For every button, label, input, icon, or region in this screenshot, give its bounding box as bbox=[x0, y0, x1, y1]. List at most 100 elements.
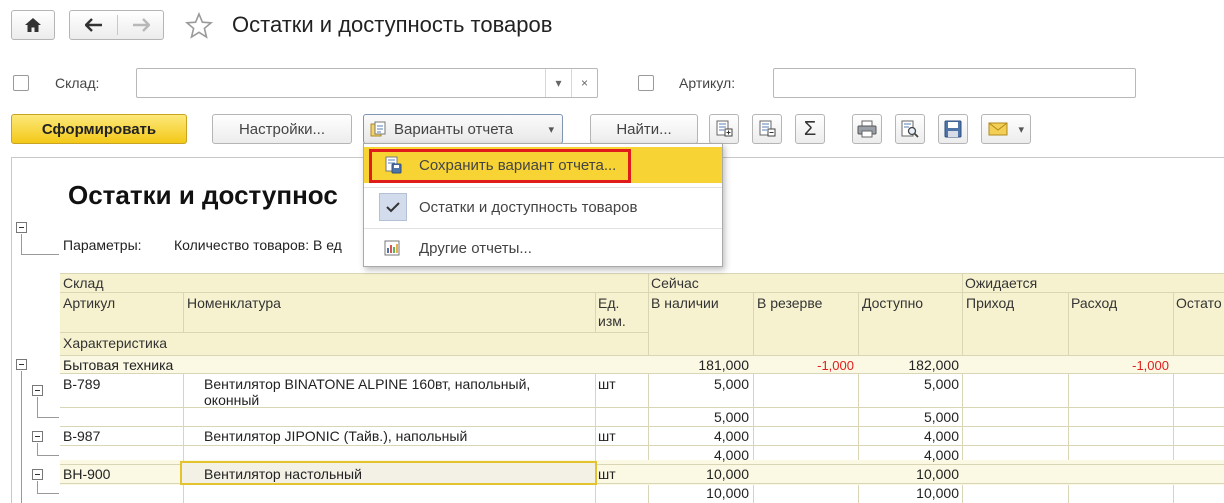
cell-available: 5,000 bbox=[923, 409, 959, 425]
back-button[interactable] bbox=[70, 11, 117, 39]
cell-reserved: -1,000 bbox=[817, 358, 854, 373]
grid-line bbox=[183, 292, 184, 332]
cell-available: 182,000 bbox=[908, 357, 959, 373]
collapse-toggle-row[interactable] bbox=[32, 469, 43, 480]
other-reports-icon bbox=[384, 240, 400, 256]
tree-line bbox=[21, 254, 59, 255]
warehouse-field[interactable]: ▾ × bbox=[136, 68, 598, 98]
grid-line bbox=[60, 373, 1224, 374]
cell-in-stock: 10,000 bbox=[706, 485, 749, 501]
col-header-unit: Ед. bbox=[598, 295, 620, 311]
close-icon: × bbox=[580, 76, 588, 90]
home-button[interactable] bbox=[11, 10, 55, 40]
chevron-down-icon: ▾ bbox=[548, 123, 554, 136]
col-header-available: Доступно bbox=[862, 295, 924, 311]
find-button[interactable]: Найти... bbox=[590, 114, 698, 144]
cell-unit: шт bbox=[598, 428, 616, 444]
chevron-down-icon: ▾ bbox=[1018, 123, 1024, 136]
cell-article: ВН-900 bbox=[63, 466, 111, 482]
page-title: Остатки и доступность товаров bbox=[232, 12, 553, 37]
cell-available: 4,000 bbox=[923, 428, 959, 444]
report-variants-menu: Сохранить вариант отчета... Остатки и до… bbox=[363, 143, 723, 267]
col-header-article: Артикул bbox=[63, 295, 116, 311]
warehouse-dropdown-button[interactable]: ▾ bbox=[545, 69, 571, 97]
collapse-toggle-group[interactable] bbox=[16, 359, 27, 370]
collapse-toggle-row[interactable] bbox=[32, 431, 43, 442]
report-title: Остатки и доступнос bbox=[68, 180, 338, 210]
grid-line bbox=[595, 292, 596, 332]
sum-button[interactable]: Σ bbox=[795, 114, 825, 144]
cell-available: 10,000 bbox=[916, 485, 959, 501]
cell-nomenclature: Вентилятор BINATONE ALPINE 160вт, наполь… bbox=[204, 376, 531, 392]
check-icon-box bbox=[379, 193, 407, 221]
cell-available: 5,000 bbox=[923, 376, 959, 392]
home-icon bbox=[25, 18, 41, 32]
menu-item-label: Другие отчеты... bbox=[419, 239, 532, 257]
print-button[interactable] bbox=[852, 114, 882, 144]
favorite-star-button[interactable] bbox=[184, 11, 214, 41]
cell-nomenclature-line2: оконный bbox=[204, 392, 260, 408]
warehouse-clear-button[interactable]: × bbox=[571, 69, 597, 97]
group-row-background bbox=[60, 356, 1224, 373]
tree-line bbox=[37, 493, 59, 494]
col-header-unit-line2: изм. bbox=[598, 313, 626, 329]
tree-line bbox=[21, 371, 22, 503]
chevron-down-icon: ▾ bbox=[555, 76, 562, 90]
cell-nomenclature: Вентилятор JIPONIC (Тайв.), напольный bbox=[204, 428, 468, 444]
menu-item-save-variant[interactable]: Сохранить вариант отчета... bbox=[364, 147, 722, 183]
cell-article: В-987 bbox=[63, 428, 101, 444]
report-variants-icon bbox=[370, 121, 386, 137]
collapse-groups-icon bbox=[759, 120, 776, 137]
arrow-left-icon bbox=[84, 18, 102, 32]
menu-divider bbox=[364, 187, 722, 188]
menu-item-current-variant[interactable]: Остатки и доступность товаров bbox=[364, 189, 722, 225]
row-group-name: Бытовая техника bbox=[63, 357, 174, 373]
article-checkbox[interactable] bbox=[638, 75, 654, 91]
grid-line bbox=[60, 332, 649, 333]
col-header-characteristic: Характеристика bbox=[63, 335, 168, 351]
collapse-groups-button[interactable] bbox=[752, 114, 782, 144]
cell-available: 10,000 bbox=[916, 466, 959, 482]
settings-button[interactable]: Настройки... bbox=[212, 114, 352, 144]
grid-line bbox=[60, 426, 1224, 427]
params-value: Количество товаров: В ед bbox=[174, 237, 342, 253]
grid-line bbox=[60, 445, 1224, 446]
tree-line bbox=[37, 443, 38, 455]
envelope-icon bbox=[988, 122, 1008, 136]
col-header-nomenclature: Номенклатура bbox=[187, 295, 281, 311]
expand-groups-button[interactable] bbox=[709, 114, 739, 144]
col-header-expected: Ожидается bbox=[965, 275, 1038, 291]
warehouse-checkbox[interactable] bbox=[13, 75, 29, 91]
cell-in-stock: 4,000 bbox=[713, 447, 749, 463]
article-input[interactable] bbox=[773, 68, 1136, 98]
expand-groups-icon bbox=[716, 120, 733, 137]
sigma-icon: Σ bbox=[803, 117, 817, 140]
send-email-button[interactable]: ▾ bbox=[981, 114, 1031, 144]
printer-icon bbox=[857, 120, 877, 138]
warehouse-label: Склад: bbox=[55, 75, 100, 91]
cell-unit: шт bbox=[598, 376, 616, 392]
grid-line bbox=[60, 292, 1224, 293]
menu-item-other-reports[interactable]: Другие отчеты... bbox=[364, 230, 722, 266]
forward-button[interactable] bbox=[118, 11, 164, 39]
col-header-now: Сейчас bbox=[651, 275, 699, 291]
col-header-incoming: Приход bbox=[966, 295, 1015, 311]
check-icon bbox=[386, 202, 400, 213]
save-button[interactable] bbox=[938, 114, 968, 144]
cell-article: В-789 bbox=[63, 376, 101, 392]
collapse-toggle-row[interactable] bbox=[32, 385, 43, 396]
collapse-toggle-title[interactable] bbox=[16, 222, 27, 233]
highlight-annotation-box bbox=[369, 149, 631, 183]
report-variants-button[interactable]: Варианты отчета ▾ bbox=[363, 114, 563, 144]
col-header-warehouse: Склад bbox=[63, 275, 104, 291]
print-preview-button[interactable] bbox=[895, 114, 925, 144]
cell-nomenclature: Вентилятор настольный bbox=[204, 466, 362, 482]
cell-available: 4,000 bbox=[923, 447, 959, 463]
cell-in-stock: 5,000 bbox=[713, 409, 749, 425]
table-header bbox=[60, 273, 1224, 355]
tree-line bbox=[21, 234, 22, 254]
generate-button[interactable]: Сформировать bbox=[11, 114, 187, 144]
menu-divider bbox=[364, 228, 722, 229]
arrow-right-icon bbox=[133, 18, 150, 32]
star-icon bbox=[184, 11, 214, 39]
